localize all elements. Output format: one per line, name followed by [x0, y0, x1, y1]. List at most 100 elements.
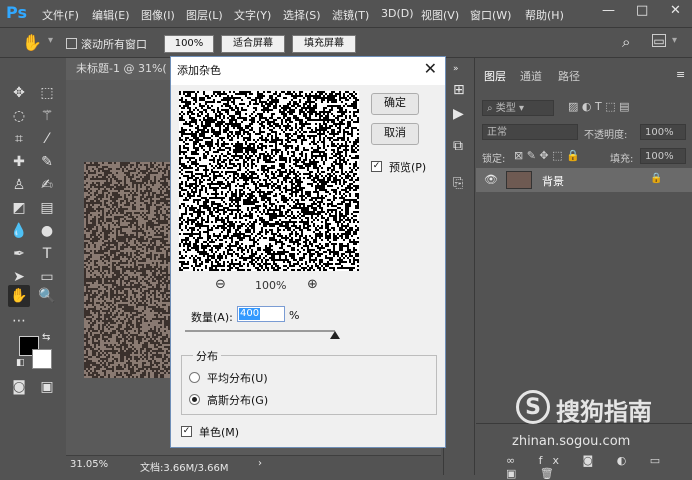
- blend-mode-select[interactable]: 正常: [482, 124, 578, 140]
- ok-button[interactable]: 确定: [371, 93, 419, 115]
- fill-input[interactable]: 100%: [640, 148, 686, 164]
- magic-wand-icon[interactable]: ⚚: [36, 105, 58, 127]
- default-colors-icon[interactable]: ◧: [16, 358, 25, 368]
- screen-mode-icon[interactable]: ▣: [36, 376, 58, 398]
- menu-edit[interactable]: 编辑(E): [92, 7, 130, 23]
- maximize-button[interactable]: □: [636, 3, 648, 18]
- scroll-all-checkbox[interactable]: [66, 38, 77, 49]
- amount-slider-thumb[interactable]: [330, 331, 340, 339]
- watermark-url: zhinan.sogou.com: [512, 434, 631, 449]
- pen-tool-icon[interactable]: ✒: [8, 243, 30, 265]
- lock-icons[interactable]: ⊠ ✎ ✥ ⬚ 🔒: [514, 149, 580, 162]
- lasso-tool-icon[interactable]: ◌: [8, 105, 30, 127]
- menu-type[interactable]: 文字(Y): [234, 7, 271, 23]
- amount-value: 400: [239, 308, 261, 320]
- cancel-button[interactable]: 取消: [371, 123, 419, 145]
- swap-colors-icon[interactable]: ⇆: [42, 332, 50, 343]
- noise-preview[interactable]: [179, 91, 359, 271]
- zoom-status[interactable]: 31.05%: [70, 459, 108, 470]
- dodge-tool-icon[interactable]: ●: [36, 220, 58, 242]
- menu-image[interactable]: 图像(I): [141, 7, 175, 23]
- gaussian-radio[interactable]: [189, 394, 200, 405]
- monochromatic-label: 单色(M): [199, 426, 240, 439]
- uniform-label: 平均分布(U): [207, 372, 268, 385]
- layer-thumbnail: [506, 171, 532, 189]
- marquee-tool-icon[interactable]: ⬚: [36, 82, 58, 104]
- document-tab[interactable]: 未标题-1 @ 31%(: [66, 58, 176, 80]
- preview-checkbox[interactable]: ✓: [371, 161, 382, 172]
- tools-panel: ✥ ⬚ ◌ ⚚ ⌗ ⁄ ✚ ✎ ♙ ✍ ◩ ▤ 💧 ● ✒ T ➤ ▭ ✋ 🔍 …: [6, 72, 61, 402]
- amount-slider-track[interactable]: [185, 330, 335, 332]
- dialog-title: 添加杂色: [171, 57, 445, 85]
- zoom-in-icon[interactable]: ⊕: [307, 277, 318, 292]
- layer-lock-icon: 🔒: [650, 173, 663, 184]
- menu-filter[interactable]: 滤镜(T): [332, 7, 369, 23]
- lock-label: 锁定:: [482, 154, 506, 165]
- history-brush-icon[interactable]: ✍: [36, 174, 58, 196]
- fit-screen-button[interactable]: 适合屏幕: [221, 35, 285, 53]
- layer-row[interactable]: 👁 背景 🔒: [476, 168, 692, 192]
- amount-input[interactable]: 400: [237, 306, 285, 322]
- type-tool-icon[interactable]: T: [36, 243, 58, 265]
- crop-tool-icon[interactable]: ⌗: [8, 128, 30, 150]
- tab-paths[interactable]: 路径: [558, 68, 580, 84]
- eyedropper-icon[interactable]: ⁄: [36, 128, 58, 150]
- workspace-chevron-icon[interactable]: ▾: [672, 35, 677, 46]
- background-color-swatch[interactable]: [32, 349, 52, 369]
- sogou-logo-icon: S: [516, 390, 550, 424]
- eye-icon[interactable]: 👁: [484, 173, 498, 186]
- monochromatic-checkbox[interactable]: ✓: [181, 426, 192, 437]
- hand-tool-icon[interactable]: ✋: [22, 33, 42, 52]
- chevron-down-icon[interactable]: ▾: [48, 35, 53, 46]
- menu-window[interactable]: 窗口(W): [470, 7, 511, 23]
- opacity-input[interactable]: 100%: [640, 124, 686, 140]
- move-tool-icon[interactable]: ✥: [8, 82, 30, 104]
- amount-unit: %: [289, 309, 300, 322]
- quick-mask-icon[interactable]: ◙: [8, 376, 30, 398]
- adjustments-icon[interactable]: ⎘: [453, 176, 463, 191]
- menu-view[interactable]: 视图(V): [421, 7, 459, 23]
- menu-file[interactable]: 文件(F): [42, 7, 79, 23]
- zoom-out-icon[interactable]: ⊖: [215, 277, 226, 292]
- menu-select[interactable]: 选择(S): [283, 7, 321, 23]
- history-panel-icon[interactable]: ⊞: [453, 82, 465, 98]
- filter-icons[interactable]: ▨ ◐ T ⬚ ▤: [568, 100, 629, 113]
- blur-tool-icon[interactable]: 💧: [8, 220, 30, 242]
- status-bar: 31.05% 文档:3.66M/3.66M ›: [66, 455, 441, 475]
- tab-layers[interactable]: 图层: [484, 68, 506, 84]
- search-icon[interactable]: ⌕: [622, 33, 630, 51]
- gradient-tool-icon[interactable]: ▤: [36, 197, 58, 219]
- zoom-100-button[interactable]: 100%: [164, 35, 214, 53]
- preview-zoom: 100%: [255, 279, 287, 292]
- minimize-button[interactable]: —: [602, 3, 615, 18]
- eraser-tool-icon[interactable]: ◩: [8, 197, 30, 219]
- tab-channels[interactable]: 通道: [520, 68, 542, 84]
- healing-brush-icon[interactable]: ✚: [8, 151, 30, 173]
- uniform-radio[interactable]: [189, 372, 200, 383]
- menu-3d[interactable]: 3D(D): [381, 7, 414, 20]
- layer-name: 背景: [542, 175, 564, 188]
- menu-help[interactable]: 帮助(H): [525, 7, 564, 23]
- clone-stamp-icon[interactable]: ♙: [8, 174, 30, 196]
- properties-panel-icon[interactable]: ⧉: [453, 138, 463, 154]
- collapse-arrows-icon[interactable]: »: [453, 64, 459, 74]
- actions-play-icon[interactable]: ▶: [453, 106, 464, 122]
- panel-menu-icon[interactable]: ≡: [676, 68, 685, 81]
- workspace-icon[interactable]: ▭: [652, 34, 666, 47]
- hand-tool-selected-icon[interactable]: ✋: [8, 285, 30, 307]
- zoom-tool-icon[interactable]: 🔍: [36, 285, 58, 307]
- layer-filter-select[interactable]: ⌕ 类型 ▾: [482, 100, 554, 116]
- close-window-button[interactable]: ✕: [670, 3, 681, 18]
- status-arrow-icon[interactable]: ›: [258, 458, 262, 469]
- brush-tool-icon[interactable]: ✎: [36, 151, 58, 173]
- sogou-watermark: S 搜狗指南 zhinan.sogou.com: [510, 388, 690, 458]
- fill-screen-button[interactable]: 填充屏幕: [292, 35, 356, 53]
- document-size: 文档:3.66M/3.66M: [140, 463, 229, 474]
- photoshop-logo: Ps: [6, 3, 27, 22]
- close-icon[interactable]: ✕: [424, 59, 437, 78]
- more-tools-icon[interactable]: ⋯: [8, 310, 30, 332]
- opacity-label: 不透明度:: [584, 130, 628, 141]
- menu-layer[interactable]: 图层(L): [186, 7, 223, 23]
- menu-bar: Ps 文件(F) 编辑(E) 图像(I) 图层(L) 文字(Y) 选择(S) 滤…: [0, 0, 692, 28]
- canvas-noise-image: [84, 162, 172, 378]
